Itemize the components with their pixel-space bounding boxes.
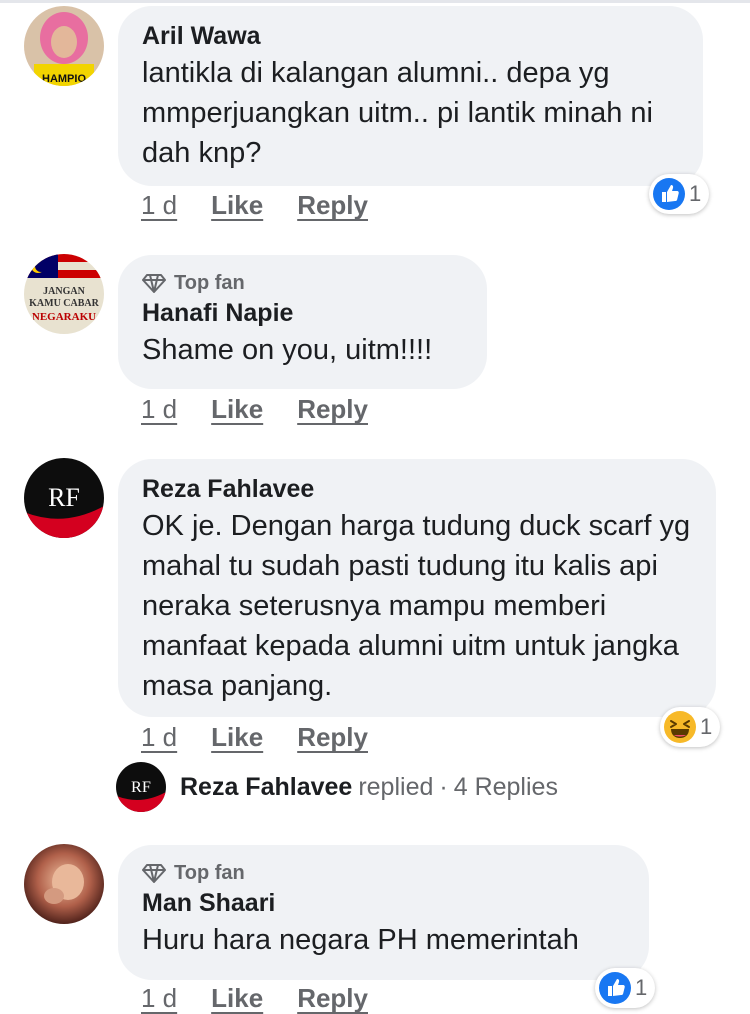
avatar[interactable]: [24, 844, 104, 924]
comment-text: Shame on you, uitm!!!!: [142, 334, 433, 366]
diamond-icon: [142, 274, 166, 293]
comment-author[interactable]: Aril Wawa: [142, 20, 679, 53]
comment-actions: 1 d Like Reply: [141, 722, 368, 753]
like-reaction-icon: [653, 178, 685, 210]
view-replies-link[interactable]: RF Reza Fahlavee replied · 4 Replies: [116, 762, 558, 812]
comment-bubble: Aril Wawa lantikla di kalangan alumni.. …: [118, 6, 703, 186]
like-button[interactable]: Like: [211, 394, 263, 425]
like-button[interactable]: Like: [211, 983, 263, 1014]
haha-reaction-icon: [664, 711, 696, 743]
comment-actions: 1 d Like Reply: [141, 190, 368, 221]
comment-timestamp[interactable]: 1 d: [141, 190, 177, 221]
reply-button[interactable]: Reply: [297, 722, 368, 753]
avatar-photo: JANGAN KAMU CABAR NEGARAKU: [24, 254, 104, 334]
avatar[interactable]: RF: [24, 458, 104, 538]
reply-avatar: RF: [116, 762, 166, 812]
like-reaction-icon: [599, 972, 631, 1004]
reply-button[interactable]: Reply: [297, 983, 368, 1014]
separator: ·: [439, 772, 448, 801]
rf-logo-icon: RF: [131, 778, 151, 796]
reply-author: Reza Fahlavee: [180, 772, 353, 801]
comment-text: lantikla di kalangan alumni.. depa yg mm…: [142, 57, 653, 169]
comment-timestamp[interactable]: 1 d: [141, 983, 177, 1014]
diamond-icon: [142, 864, 166, 883]
rf-logo-icon: RF: [48, 483, 80, 512]
top-divider: [0, 0, 750, 3]
comment-bubble: Top fan Hanafi Napie Shame on you, uitm!…: [118, 255, 487, 389]
comment-author[interactable]: Man Shaari: [142, 887, 625, 920]
reply-count: 4 Replies: [453, 772, 558, 801]
top-fan-badge: Top fan: [142, 859, 625, 887]
comment-timestamp[interactable]: 1 d: [141, 722, 177, 753]
avatar-caption-1: JANGAN: [43, 286, 85, 297]
reaction-summary[interactable]: 1: [660, 707, 721, 747]
reply-button[interactable]: Reply: [297, 394, 368, 425]
reply-button[interactable]: Reply: [297, 190, 368, 221]
comment-author[interactable]: Reza Fahlavee: [142, 473, 692, 506]
comment-text: OK je. Dengan harga tudung duck scarf yg…: [142, 510, 691, 702]
reaction-count: 1: [689, 181, 702, 206]
reply-action: replied: [358, 772, 434, 801]
avatar[interactable]: JANGAN KAMU CABAR NEGARAKU: [24, 254, 104, 334]
reaction-count: 1: [700, 714, 713, 739]
comment-author[interactable]: Hanafi Napie: [142, 297, 463, 330]
avatar-photo: [24, 844, 104, 924]
like-button[interactable]: Like: [211, 722, 263, 753]
avatar-caption-3: NEGARAKU: [32, 311, 96, 323]
avatar-caption: HAMPIO: [42, 73, 86, 85]
top-fan-badge: Top fan: [142, 269, 463, 297]
top-fan-label: Top fan: [174, 272, 245, 294]
like-button[interactable]: Like: [211, 190, 263, 221]
comment-bubble: Top fan Man Shaari Huru hara negara PH m…: [118, 845, 649, 980]
reaction-count: 1: [635, 975, 648, 1000]
avatar-photo: RF: [116, 762, 166, 812]
comment-text: Huru hara negara PH memerintah: [142, 924, 579, 956]
avatar-photo: HAMPIO: [24, 6, 104, 86]
comment-timestamp[interactable]: 1 d: [141, 394, 177, 425]
avatar-photo: RF: [24, 458, 104, 538]
comment-actions: 1 d Like Reply: [141, 394, 368, 425]
reaction-summary[interactable]: 1: [595, 968, 656, 1008]
comment-bubble: Reza Fahlavee OK je. Dengan harga tudung…: [118, 459, 716, 717]
avatar-caption-2: KAMU CABAR: [29, 298, 99, 309]
comment-actions: 1 d Like Reply: [141, 983, 368, 1014]
top-fan-label: Top fan: [174, 862, 245, 884]
avatar[interactable]: HAMPIO: [24, 6, 104, 86]
reaction-summary[interactable]: 1: [649, 174, 710, 214]
